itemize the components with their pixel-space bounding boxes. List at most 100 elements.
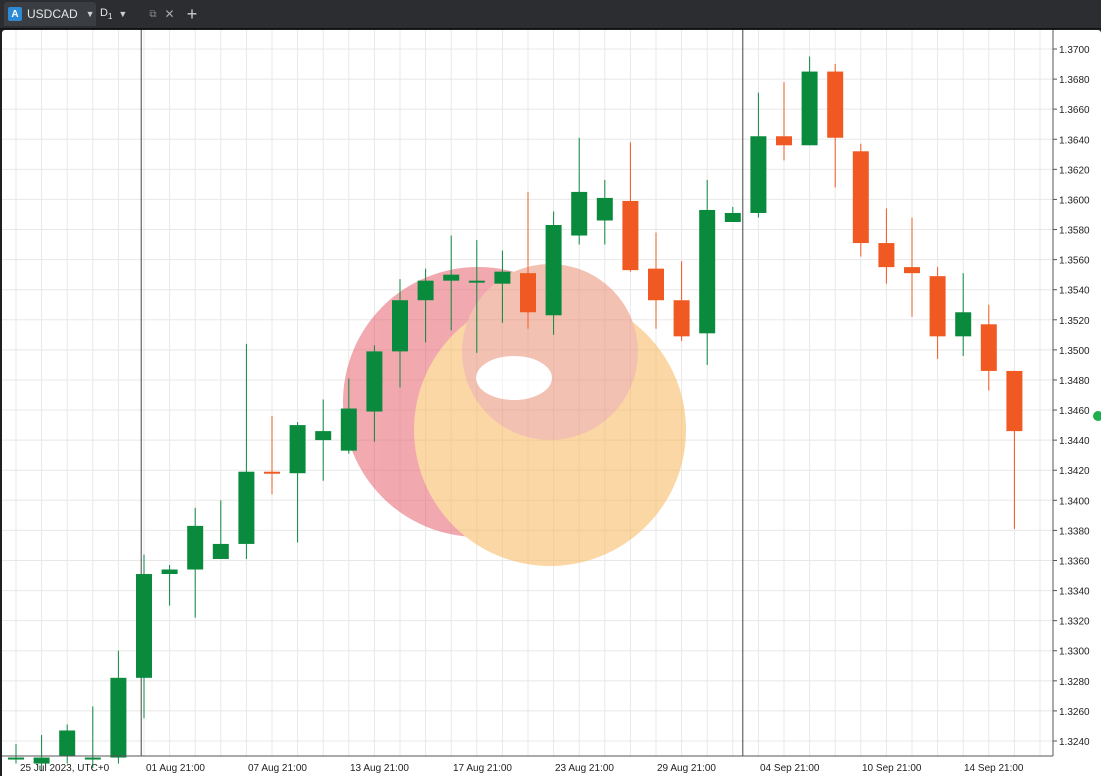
candle-body bbox=[648, 268, 664, 301]
candle-body bbox=[545, 225, 562, 316]
candle-body bbox=[136, 574, 152, 678]
candle bbox=[801, 56, 818, 146]
candle bbox=[571, 137, 588, 245]
chart-area[interactable]: 1.3240 1.3260 1.3280 1.3300 1.3320 1.3340 1.33… bbox=[2, 30, 1101, 776]
candle-body bbox=[852, 151, 869, 244]
candle bbox=[776, 82, 792, 161]
candle bbox=[622, 142, 639, 272]
candle bbox=[264, 416, 280, 495]
candlestick-chart[interactable]: 1.3240 1.3260 1.3280 1.3300 1.3320 1.3340 1.33… bbox=[2, 30, 1101, 776]
time-tick-label: 10 Sep 21:00 bbox=[862, 763, 922, 774]
candle-body bbox=[673, 300, 690, 337]
candle bbox=[59, 724, 76, 764]
candle-body bbox=[904, 267, 920, 274]
candle-body bbox=[238, 471, 255, 544]
candle-body bbox=[59, 730, 76, 757]
candle bbox=[187, 507, 204, 618]
candle bbox=[161, 564, 178, 606]
tab-usdcad[interactable]: A USDCAD ▼ bbox=[4, 2, 96, 26]
candle-body bbox=[878, 243, 895, 268]
time-axis: 25 Jul 2023, UTC+0 01 Aug 21:00 07 Aug 21:… bbox=[20, 763, 1024, 774]
candle-body bbox=[622, 200, 639, 271]
candle bbox=[648, 232, 664, 329]
time-tick-label: 07 Aug 21:00 bbox=[248, 763, 307, 774]
candle bbox=[852, 143, 869, 257]
candle-body bbox=[289, 425, 306, 474]
candle-body bbox=[929, 276, 946, 337]
candle bbox=[238, 343, 255, 559]
price-tick-label: 1.3340 bbox=[1059, 587, 1090, 598]
candle-body bbox=[8, 757, 24, 760]
candle bbox=[904, 217, 920, 317]
close-icon[interactable]: ✕ bbox=[164, 7, 174, 21]
symbol-dropdown-icon[interactable]: ▼ bbox=[86, 9, 95, 19]
candle-body bbox=[494, 271, 511, 284]
tab-bar: A USDCAD ▼ D1 ▼ ⧉ ✕ + bbox=[0, 0, 1101, 29]
candle bbox=[136, 554, 152, 719]
symbol-type-icon: A bbox=[8, 7, 22, 21]
candle-body bbox=[315, 431, 332, 441]
candle bbox=[110, 650, 127, 764]
timeframe-label: D1 bbox=[100, 6, 113, 22]
price-tick-label: 1.3560 bbox=[1059, 256, 1090, 267]
symbol-label: USDCAD bbox=[27, 7, 78, 21]
candle bbox=[84, 706, 101, 769]
candle-body bbox=[417, 280, 434, 301]
price-tick-label: 1.3620 bbox=[1059, 165, 1090, 176]
price-tick-label: 1.3380 bbox=[1059, 526, 1090, 537]
candle-body bbox=[468, 280, 485, 283]
price-tick-label: 1.3660 bbox=[1059, 105, 1090, 116]
candle-body bbox=[827, 71, 844, 138]
candle-body bbox=[955, 312, 972, 337]
tab-timeframe[interactable]: D1 ▼ ⧉ ✕ bbox=[96, 2, 180, 26]
candle bbox=[8, 744, 24, 764]
candle-body bbox=[187, 525, 204, 570]
candle-body bbox=[980, 324, 997, 371]
price-tick-label: 1.3540 bbox=[1059, 286, 1090, 297]
candle-body bbox=[212, 543, 229, 559]
candle-body bbox=[366, 351, 383, 412]
price-tick-label: 1.3500 bbox=[1059, 346, 1090, 357]
current-price-marker bbox=[1093, 411, 1101, 421]
candle-body bbox=[340, 408, 357, 451]
detach-icon[interactable]: ⧉ bbox=[149, 9, 156, 20]
candle-body bbox=[801, 71, 818, 146]
candle bbox=[724, 206, 741, 222]
time-tick-label: 29 Aug 21:00 bbox=[657, 763, 716, 774]
price-tick-label: 1.3460 bbox=[1059, 406, 1090, 417]
time-tick-label: 13 Aug 21:00 bbox=[350, 763, 409, 774]
timeframe-dropdown-icon[interactable]: ▼ bbox=[118, 9, 127, 19]
candle bbox=[699, 179, 716, 365]
price-tick-label: 1.3240 bbox=[1059, 737, 1090, 748]
candle bbox=[750, 92, 767, 218]
candle-body bbox=[776, 136, 792, 146]
time-tick-label: 01 Aug 21:00 bbox=[146, 763, 205, 774]
candle-body bbox=[1006, 370, 1023, 432]
candle bbox=[929, 267, 946, 359]
price-tick-label: 1.3480 bbox=[1059, 376, 1090, 387]
candle bbox=[596, 179, 613, 245]
candle-body bbox=[571, 191, 588, 236]
price-tick-label: 1.3640 bbox=[1059, 135, 1090, 146]
price-tick-label: 1.3420 bbox=[1059, 466, 1090, 477]
price-tick-label: 1.3520 bbox=[1059, 316, 1090, 327]
candle-body bbox=[596, 197, 613, 221]
candle-body bbox=[520, 273, 536, 313]
time-tick-label: 25 Jul 2023, UTC+0 bbox=[20, 763, 110, 774]
candle bbox=[1006, 370, 1023, 529]
price-tick-label: 1.3360 bbox=[1059, 556, 1090, 567]
price-tick-label: 1.3280 bbox=[1059, 677, 1090, 688]
price-tick-label: 1.3440 bbox=[1059, 436, 1090, 447]
candle bbox=[980, 304, 997, 391]
candle-body bbox=[443, 274, 460, 281]
price-tick-label: 1.3700 bbox=[1059, 45, 1090, 56]
candle-body bbox=[392, 300, 408, 352]
candle bbox=[955, 273, 972, 356]
candle bbox=[673, 261, 690, 341]
price-tick-label: 1.3580 bbox=[1059, 226, 1090, 237]
price-tick-label: 1.3260 bbox=[1059, 707, 1090, 718]
candle bbox=[212, 500, 229, 559]
price-tick-label: 1.3400 bbox=[1059, 496, 1090, 507]
price-tick-label: 1.3600 bbox=[1059, 195, 1090, 206]
add-tab-button[interactable]: + bbox=[182, 2, 202, 26]
